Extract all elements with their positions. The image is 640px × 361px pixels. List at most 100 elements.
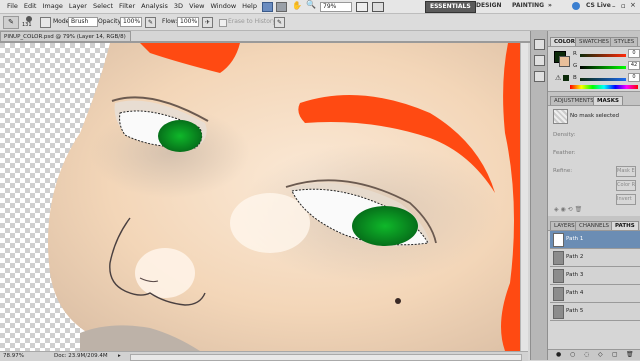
tab-adjustments[interactable]: ADJUSTMENTS [550,96,598,105]
workspace-design-button[interactable]: DESIGN [472,1,506,11]
tab-paths[interactable]: PATHS [611,221,639,230]
channel-r-slider[interactable] [580,54,626,57]
right-iris [352,206,418,246]
bridge-icon[interactable] [262,2,273,12]
feather-label: Feather: [553,150,576,156]
nose-highlight [135,248,195,298]
opacity-field[interactable]: 100% [120,17,142,27]
screen-mode-icon[interactable] [372,2,384,12]
left-iris [158,120,202,152]
size-pressure-icon[interactable]: ✎ [274,17,285,28]
delete-path-icon[interactable]: 🗑 [626,351,634,358]
tool-preset-icon[interactable]: ✎ [3,16,19,29]
mask-footer-icons[interactable]: ◈ ◉ ⟲ 🗑 [554,206,582,213]
minimize-button[interactable]: – [612,2,616,10]
document-canvas[interactable] [0,43,528,351]
menu-items: File Edit Image Layer Select Filter Anal… [4,2,260,11]
channel-g-label: G [573,63,578,69]
workspace-more-button[interactable]: » [544,1,556,11]
path-row[interactable]: Path 2 [550,249,640,267]
panel-icon-strip [531,31,548,360]
workspace-painting-button[interactable]: PAINTING [508,1,548,11]
refine-label: Refine: [553,168,573,174]
path-thumbnail [553,251,564,265]
menu-window[interactable]: Window [208,2,240,11]
tab-swatches[interactable]: SWATCHES [575,37,613,46]
no-mask-text: No mask selected [570,113,619,119]
menu-3d[interactable]: 3D [171,2,186,11]
color-ramp[interactable] [570,85,638,89]
make-path-icon[interactable]: ◇ [598,351,603,358]
channel-g-field[interactable]: 42 [628,61,640,70]
channel-r-field[interactable]: 0 [628,49,640,58]
menu-analysis[interactable]: Analysis [138,2,171,11]
mode-select[interactable]: Brush [68,17,98,27]
brush-preview-icon[interactable]: 131 [22,16,36,28]
menu-help[interactable]: Help [239,2,260,11]
color-panel-icon[interactable] [534,39,545,50]
swatches-panel-icon[interactable] [534,55,545,66]
options-bar: ✎ 131 Mode: Brush Opacity: 100% ✎ Flow: … [0,14,640,31]
erase-history-checkbox[interactable] [219,19,227,27]
tab-masks[interactable]: MASKS [593,96,623,105]
mask-thumbnail [553,109,568,124]
styles-panel-icon[interactable] [534,71,545,82]
flow-label: Flow: [162,18,178,25]
restore-button[interactable]: ▫ [621,2,626,10]
menu-file[interactable]: File [4,2,21,11]
channel-b-label: B [573,75,577,81]
menu-filter[interactable]: Filter [116,2,138,11]
zoom-level-field[interactable]: 79% [320,2,352,12]
tab-styles[interactable]: STYLES [610,37,639,46]
close-tab-icon[interactable]: × [130,34,131,40]
cs-live-icon[interactable] [572,2,580,10]
menu-bar: File Edit Image Layer Select Filter Anal… [0,0,640,14]
menu-select[interactable]: Select [90,2,116,11]
path-name: Path 4 [566,290,584,296]
opacity-pressure-icon[interactable]: ✎ [145,17,156,28]
path-thumbnail [553,269,564,283]
path-thumbnail [553,305,564,319]
mask-edge-button[interactable]: Mask Edge... [616,166,636,177]
cs-live-button[interactable]: CS Live [582,1,615,11]
out-of-gamut-swatch[interactable] [563,75,569,81]
channel-b-field[interactable]: 0 [628,73,640,82]
path-name: Path 5 [566,308,584,314]
new-path-icon[interactable]: ▢ [612,351,618,358]
minibridge-icon[interactable] [276,2,287,12]
brush-panel-icon[interactable] [40,17,51,28]
masks-panel-body: No mask selected Density: Feather: Refin… [548,105,640,216]
menu-edit[interactable]: Edit [21,2,40,11]
path-row[interactable]: Path 5 [550,303,640,321]
fill-path-icon[interactable]: ● [556,351,561,358]
zoom-tool-icon[interactable]: 🔍 [306,0,316,9]
canvas-vertical-scrollbar[interactable] [520,43,528,351]
path-row[interactable]: Path 3 [550,267,640,285]
tab-channels[interactable]: CHANNELS [575,221,613,230]
cheek-highlight [230,193,310,253]
channel-g-slider[interactable] [580,66,626,69]
path-thumbnail [553,287,564,301]
color-range-button[interactable]: Color Range... [616,180,636,191]
load-selection-icon[interactable]: ◌ [584,351,589,358]
menu-layer[interactable]: Layer [66,2,90,11]
artwork [0,43,528,351]
background-swatch[interactable] [559,56,570,67]
airbrush-icon[interactable]: ✈ [202,17,213,28]
document-title: PINUP_COLOR.psd @ 79% (Layer 14, RGB/8) [4,34,126,40]
density-label: Density: [553,132,576,138]
channel-b-slider[interactable] [580,78,626,81]
invert-button[interactable]: Invert [616,194,636,205]
workspace-essentials-button[interactable]: ESSENTIALS [425,1,476,13]
path-row[interactable]: Path 4 [550,285,640,303]
warning-icon[interactable]: ⚠ [555,74,561,82]
arrange-documents-icon[interactable] [356,2,368,12]
channel-r-label: R [573,51,577,57]
menu-image[interactable]: Image [39,2,65,11]
menu-view[interactable]: View [186,2,207,11]
path-row[interactable]: Path 1 [550,231,640,249]
stroke-path-icon[interactable]: ○ [570,351,575,358]
hand-tool-icon[interactable]: ✋ [292,1,302,10]
close-window-button[interactable]: × [630,1,636,9]
flow-field[interactable]: 100% [177,17,199,27]
